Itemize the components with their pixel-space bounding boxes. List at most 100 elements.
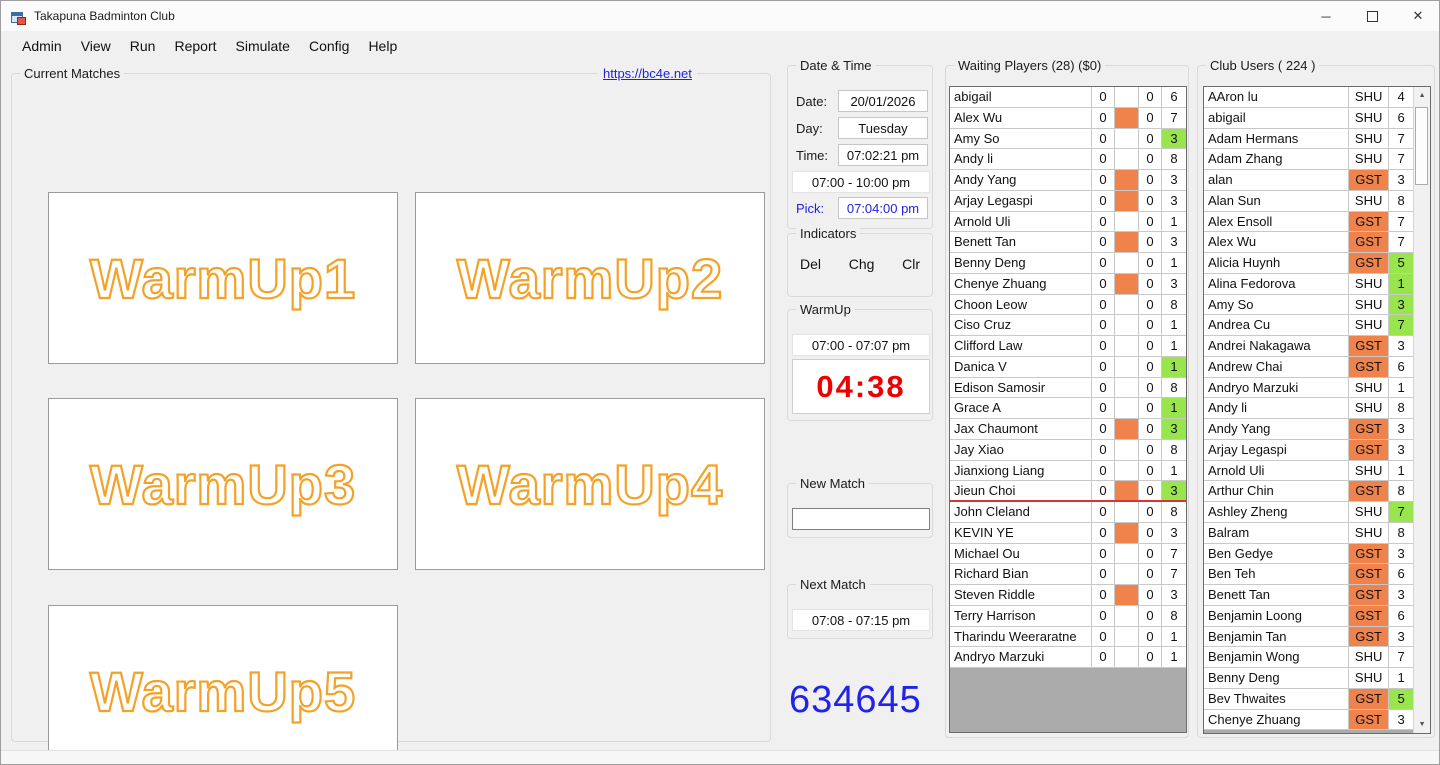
- waiting-player-row[interactable]: Andryo Marzuki001: [950, 647, 1186, 668]
- player-score-cell[interactable]: 3: [1162, 191, 1186, 211]
- user-score-cell[interactable]: 5: [1389, 253, 1413, 273]
- club-user-row[interactable]: Alina FedorovaSHU1: [1204, 274, 1413, 295]
- club-user-row[interactable]: Andrea CuSHU7: [1204, 315, 1413, 336]
- player-status-cell[interactable]: [1115, 170, 1139, 190]
- player-status-cell[interactable]: [1115, 295, 1139, 315]
- user-name-cell[interactable]: Andryo Marzuki: [1204, 378, 1349, 398]
- club-user-row[interactable]: Benett TanGST3: [1204, 585, 1413, 606]
- player-name-cell[interactable]: Ciso Cruz: [950, 315, 1092, 335]
- player-status-cell[interactable]: [1115, 357, 1139, 377]
- player-value-cell[interactable]: 0: [1139, 440, 1162, 460]
- player-score-cell[interactable]: 6: [1162, 87, 1186, 107]
- user-name-cell[interactable]: Benjamin Wong: [1204, 647, 1349, 667]
- player-score-cell[interactable]: 3: [1162, 170, 1186, 190]
- user-type-cell[interactable]: GST: [1349, 336, 1389, 356]
- waiting-player-row[interactable]: Arjay Legaspi003: [950, 191, 1186, 212]
- user-type-cell[interactable]: SHU: [1349, 87, 1389, 107]
- player-value-cell[interactable]: 0: [1092, 481, 1115, 500]
- waiting-player-row[interactable]: Danica V001: [950, 357, 1186, 378]
- player-status-cell[interactable]: [1115, 315, 1139, 335]
- player-score-cell[interactable]: 3: [1162, 419, 1186, 439]
- player-value-cell[interactable]: 0: [1092, 606, 1115, 626]
- scrollbar-thumb[interactable]: [1415, 107, 1428, 185]
- user-score-cell[interactable]: 7: [1389, 212, 1413, 232]
- player-name-cell[interactable]: Steven Riddle: [950, 585, 1092, 605]
- player-value-cell[interactable]: 0: [1092, 212, 1115, 232]
- player-name-cell[interactable]: KEVIN YE: [950, 523, 1092, 543]
- user-score-cell[interactable]: 1: [1389, 461, 1413, 481]
- player-score-cell[interactable]: 1: [1162, 461, 1186, 481]
- player-status-cell[interactable]: [1115, 212, 1139, 232]
- player-value-cell[interactable]: 0: [1092, 544, 1115, 564]
- club-user-row[interactable]: Andrei NakagawaGST3: [1204, 336, 1413, 357]
- player-status-cell[interactable]: [1115, 149, 1139, 169]
- waiting-player-row[interactable]: KEVIN YE003: [950, 523, 1186, 544]
- player-value-cell[interactable]: 0: [1139, 419, 1162, 439]
- player-value-cell[interactable]: 0: [1092, 253, 1115, 273]
- user-name-cell[interactable]: Benjamin Tan: [1204, 627, 1349, 647]
- player-status-cell[interactable]: [1115, 440, 1139, 460]
- scroll-down-icon[interactable]: ▼: [1414, 716, 1430, 733]
- player-value-cell[interactable]: 0: [1092, 440, 1115, 460]
- player-name-cell[interactable]: Jax Chaumont: [950, 419, 1092, 439]
- club-user-row[interactable]: Ben TehGST6: [1204, 564, 1413, 585]
- player-name-cell[interactable]: Arnold Uli: [950, 212, 1092, 232]
- club-user-row[interactable]: Arjay LegaspiGST3: [1204, 440, 1413, 461]
- menu-run[interactable]: Run: [121, 34, 165, 58]
- user-score-cell[interactable]: 8: [1389, 481, 1413, 501]
- player-value-cell[interactable]: 0: [1092, 149, 1115, 169]
- player-value-cell[interactable]: 0: [1092, 108, 1115, 128]
- player-value-cell[interactable]: 0: [1092, 419, 1115, 439]
- user-name-cell[interactable]: Arjay Legaspi: [1204, 440, 1349, 460]
- club-user-row[interactable]: abigailSHU6: [1204, 108, 1413, 129]
- player-value-cell[interactable]: 0: [1092, 585, 1115, 605]
- user-name-cell[interactable]: Andrei Nakagawa: [1204, 336, 1349, 356]
- club-user-row[interactable]: Alex WuGST7: [1204, 232, 1413, 253]
- player-status-cell[interactable]: [1115, 627, 1139, 647]
- player-value-cell[interactable]: 0: [1092, 315, 1115, 335]
- user-type-cell[interactable]: SHU: [1349, 502, 1389, 522]
- user-name-cell[interactable]: alan: [1204, 170, 1349, 190]
- player-value-cell[interactable]: 0: [1092, 87, 1115, 107]
- player-name-cell[interactable]: John Cleland: [950, 502, 1092, 522]
- player-value-cell[interactable]: 0: [1139, 336, 1162, 356]
- user-score-cell[interactable]: 6: [1389, 606, 1413, 626]
- player-status-cell[interactable]: [1115, 336, 1139, 356]
- user-name-cell[interactable]: Benjamin Loong: [1204, 606, 1349, 626]
- user-name-cell[interactable]: Arnold Uli: [1204, 461, 1349, 481]
- club-user-row[interactable]: Ashley ZhengSHU7: [1204, 502, 1413, 523]
- player-value-cell[interactable]: 0: [1092, 627, 1115, 647]
- player-score-cell[interactable]: 3: [1162, 585, 1186, 605]
- waiting-player-row[interactable]: Terry Harrison008: [950, 606, 1186, 627]
- waiting-player-row[interactable]: Alex Wu007: [950, 108, 1186, 129]
- club-user-row[interactable]: Andy liSHU8: [1204, 398, 1413, 419]
- user-type-cell[interactable]: GST: [1349, 606, 1389, 626]
- player-value-cell[interactable]: 0: [1139, 481, 1162, 500]
- player-value-cell[interactable]: 0: [1139, 357, 1162, 377]
- court-panel-warmup3[interactable]: WarmUp3: [48, 398, 398, 570]
- player-value-cell[interactable]: 0: [1139, 253, 1162, 273]
- menu-config[interactable]: Config: [300, 34, 358, 58]
- player-name-cell[interactable]: Andy Yang: [950, 170, 1092, 190]
- user-type-cell[interactable]: GST: [1349, 357, 1389, 377]
- player-value-cell[interactable]: 0: [1092, 461, 1115, 481]
- player-name-cell[interactable]: Andryo Marzuki: [950, 647, 1092, 667]
- player-score-cell[interactable]: 1: [1162, 398, 1186, 418]
- player-value-cell[interactable]: 0: [1092, 378, 1115, 398]
- player-status-cell[interactable]: [1115, 523, 1139, 543]
- user-name-cell[interactable]: Andrea Cu: [1204, 315, 1349, 335]
- player-value-cell[interactable]: 0: [1092, 170, 1115, 190]
- user-score-cell[interactable]: 1: [1389, 668, 1413, 688]
- user-score-cell[interactable]: 8: [1389, 398, 1413, 418]
- user-name-cell[interactable]: Alex Wu: [1204, 232, 1349, 252]
- player-status-cell[interactable]: [1115, 502, 1139, 522]
- user-score-cell[interactable]: 6: [1389, 108, 1413, 128]
- player-value-cell[interactable]: 0: [1139, 398, 1162, 418]
- user-score-cell[interactable]: 3: [1389, 440, 1413, 460]
- player-status-cell[interactable]: [1115, 544, 1139, 564]
- player-score-cell[interactable]: 3: [1162, 523, 1186, 543]
- player-name-cell[interactable]: Edison Samosir: [950, 378, 1092, 398]
- user-score-cell[interactable]: 3: [1389, 295, 1413, 315]
- player-name-cell[interactable]: Michael Ou: [950, 544, 1092, 564]
- player-status-cell[interactable]: [1115, 481, 1139, 500]
